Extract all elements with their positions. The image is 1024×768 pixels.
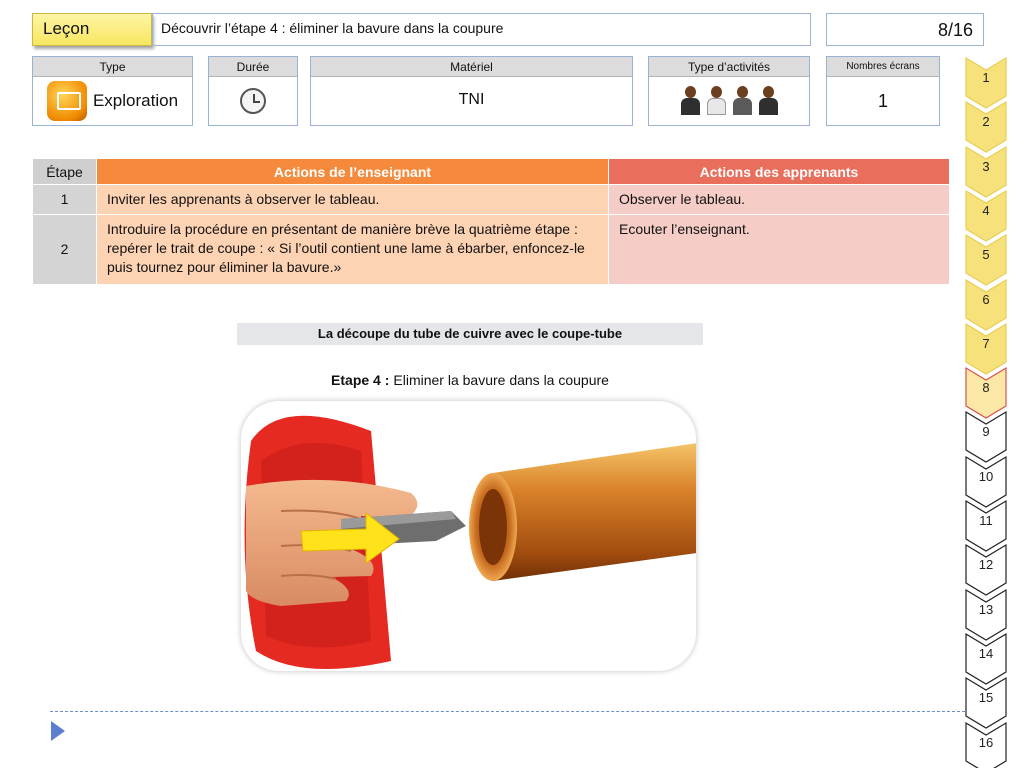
step-label: Etape 4 : [331, 372, 390, 388]
materiel-head: Matériel [311, 57, 632, 77]
ecrans-head: Nombres écrans [827, 57, 939, 77]
teacher-action: Introduire la procédure en présentant de… [96, 214, 609, 285]
nav-item-label: 7 [982, 335, 990, 351]
learner-action: Observer le tableau. [608, 184, 950, 215]
actions-table: Étape Actions de l’enseignant Actions de… [32, 158, 950, 285]
activite-head: Type d’activités [649, 57, 809, 77]
duree-card: Durée [208, 56, 298, 126]
exploration-icon [46, 81, 87, 121]
lesson-title: Découvrir l’étape 4 : éliminer la bavure… [152, 13, 811, 46]
nav-item-label: 4 [982, 202, 990, 218]
page-indicator: 8/16 [826, 13, 984, 46]
step-text: Eliminer la bavure dans la coupure [393, 372, 609, 388]
type-head: Type [33, 57, 192, 77]
ecrans-value: 1 [877, 90, 888, 111]
step-number: 2 [32, 214, 97, 285]
ecrans-card: Nombres écrans 1 [826, 56, 940, 126]
step-number: 1 [32, 184, 97, 215]
type-card: Type Exploration [32, 56, 193, 126]
nav-item-label: 10 [978, 468, 994, 484]
nav-item-label: 3 [982, 158, 990, 174]
nav-item-label: 15 [978, 690, 994, 706]
nav-item-label: 11 [979, 513, 993, 528]
type-value: Exploration [92, 91, 179, 110]
alarm-clock-icon [240, 88, 266, 114]
group-of-learners-icon [680, 86, 778, 116]
duree-head: Durée [209, 57, 297, 77]
col-etape: Étape [32, 158, 97, 185]
activite-card: Type d’activités [648, 56, 810, 126]
nav-item-label: 6 [982, 291, 990, 307]
col-enseignant: Actions de l’enseignant [96, 158, 609, 185]
nav-item-label: 12 [978, 557, 994, 573]
teacher-action: Inviter les apprenants à observer le tab… [96, 184, 609, 215]
nav-item-label: 2 [982, 114, 990, 130]
content-subtitle: La découpe du tube de cuivre avec le cou… [237, 323, 703, 345]
nav-item-label: 13 [978, 601, 994, 617]
nav-item-16[interactable]: 16 [964, 721, 1008, 768]
nav-item-label: 5 [982, 247, 990, 263]
nav-item-label: 16 [978, 734, 994, 750]
nav-item-label: 8 [982, 380, 990, 396]
nav-item-label: 9 [982, 424, 990, 440]
table-row: 1 Inviter les apprenants à observer le t… [32, 184, 950, 215]
play-icon[interactable] [51, 721, 65, 741]
step-line: Etape 4 : Eliminer la bavure dans la coup… [230, 372, 710, 388]
nav-item-label: 1 [982, 70, 990, 85]
deburring-illustration [241, 401, 696, 671]
footer-divider [50, 711, 965, 712]
materiel-card: Matériel TNI [310, 56, 633, 126]
materiel-value: TNI [458, 91, 485, 108]
nav-item-label: 14 [978, 645, 994, 661]
table-row: 2 Introduire la procédure en présentant … [32, 214, 950, 285]
learner-action: Ecouter l’enseignant. [608, 214, 950, 285]
lecon-label: Leçon [32, 13, 152, 46]
col-apprenants: Actions des apprenants [608, 158, 950, 185]
